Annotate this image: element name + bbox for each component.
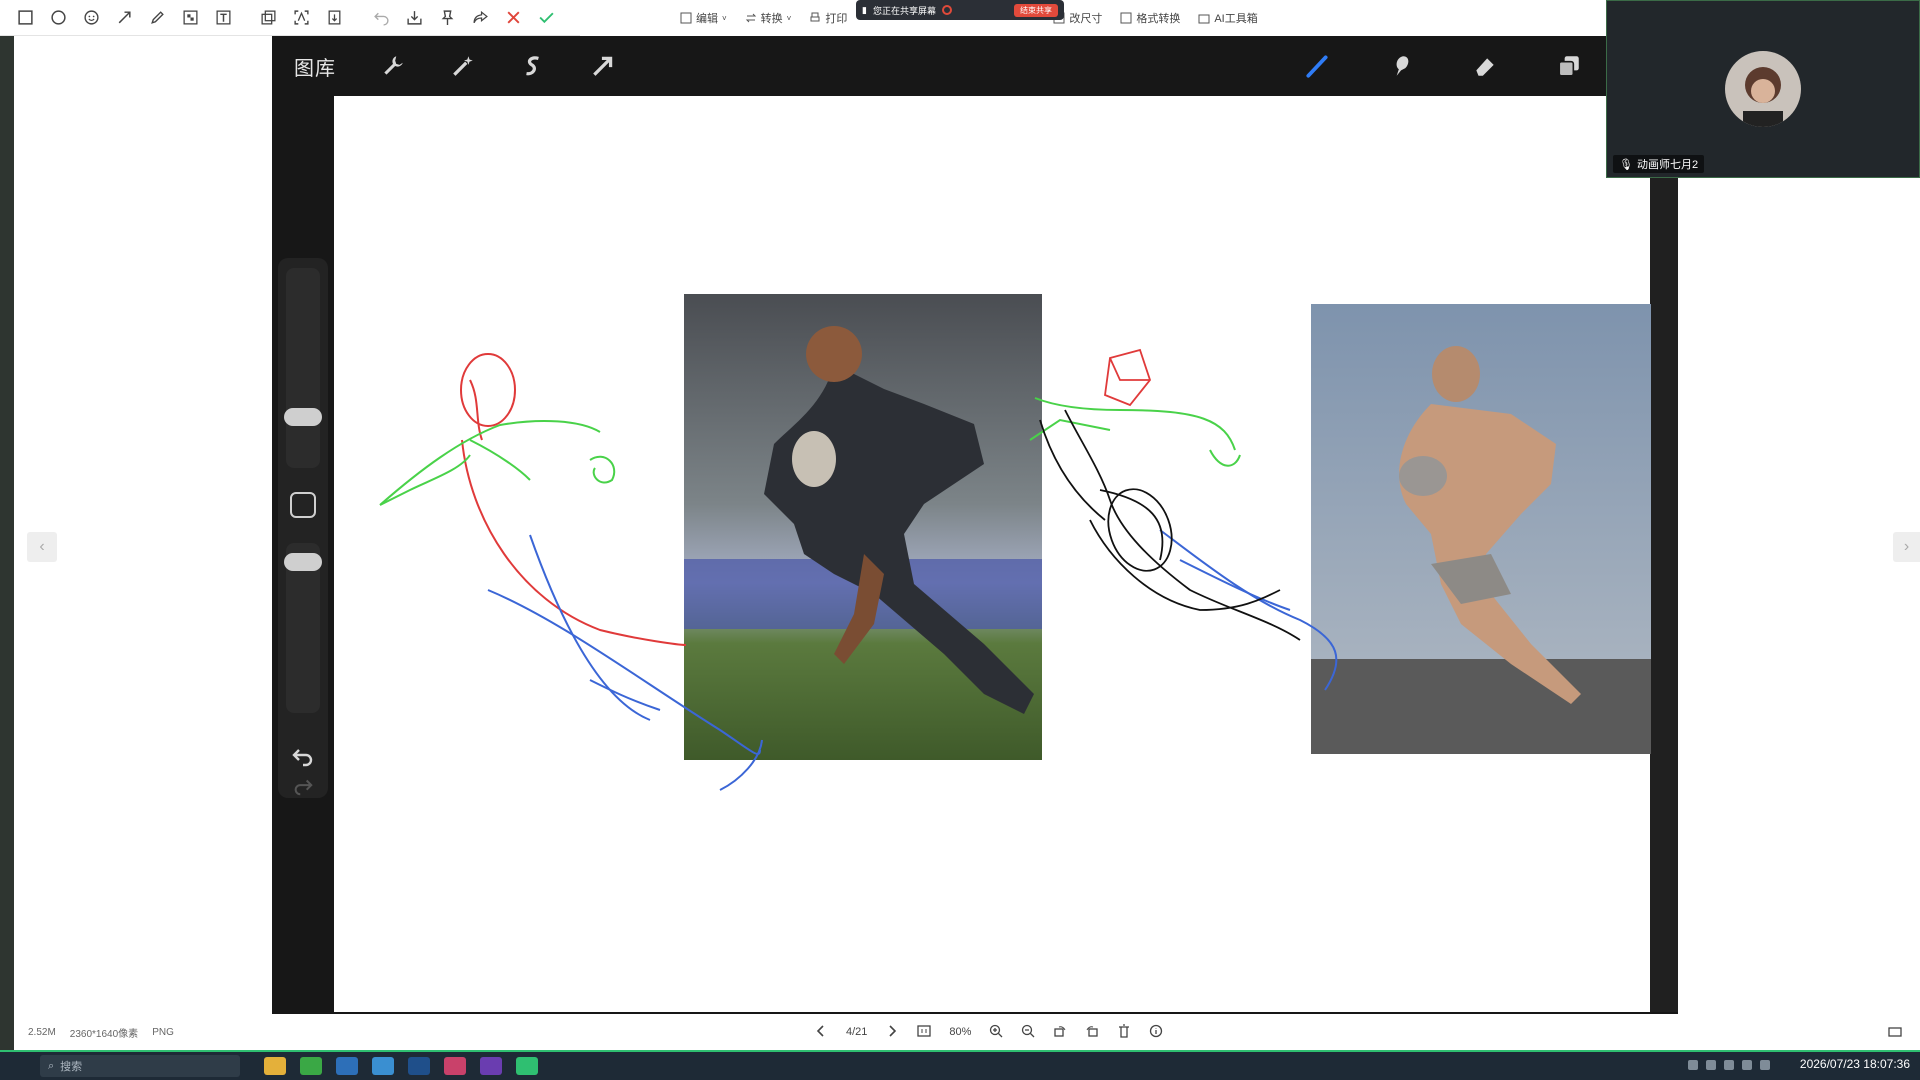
- fit-window-icon[interactable]: [917, 1024, 932, 1041]
- file-format: PNG: [152, 1026, 174, 1038]
- system-tray[interactable]: [1688, 1060, 1770, 1070]
- sketch-red-strokes: [460, 353, 687, 646]
- viewer-status-bar: 2.52M 2360*1640像素 PNG 4/21 80%: [14, 1014, 1920, 1050]
- next-page-icon[interactable]: [885, 1024, 899, 1041]
- taskbar-search[interactable]: ⌕ 搜索: [40, 1055, 240, 1077]
- taskbar-app-3[interactable]: [408, 1057, 430, 1075]
- sketch-red-head-right: [1104, 348, 1152, 407]
- taskbar-browser[interactable]: [300, 1057, 322, 1075]
- info-icon[interactable]: [1149, 1024, 1163, 1041]
- image-dimensions: 2360*1640像素: [69, 1028, 139, 1040]
- search-placeholder: 搜索: [60, 1061, 83, 1073]
- avatar: [1725, 51, 1801, 127]
- taskbar-app-6[interactable]: [516, 1057, 538, 1075]
- taskbar-app-4[interactable]: [444, 1057, 466, 1075]
- rotate-right-icon[interactable]: [1085, 1024, 1099, 1041]
- prev-page-icon[interactable]: [814, 1024, 828, 1041]
- participant-label: 🎙 动画师七月2: [1613, 155, 1705, 173]
- thumbnail-toggle-icon[interactable]: [1888, 1025, 1902, 1042]
- page-navigation: 4/21 80%: [814, 1014, 1163, 1050]
- previous-image-button[interactable]: ‹: [27, 532, 57, 562]
- next-image-button[interactable]: ›: [1893, 532, 1920, 562]
- participant-name: 动画师七月2: [1636, 159, 1699, 171]
- taskbar-file-explorer[interactable]: [264, 1057, 286, 1075]
- zoom-out-icon[interactable]: [1021, 1024, 1035, 1041]
- taskbar-app-1[interactable]: [336, 1057, 358, 1075]
- zoom-level[interactable]: 80%: [949, 1026, 971, 1038]
- microphone-icon: 🎙: [1619, 158, 1633, 171]
- zoom-in-icon[interactable]: [989, 1024, 1003, 1041]
- video-call-window[interactable]: 🎙 动画师七月2: [1606, 0, 1920, 178]
- windows-taskbar: ⌕ 搜索 2026/07/23 18:07:36: [0, 1050, 1920, 1080]
- delete-icon[interactable]: [1117, 1023, 1131, 1041]
- taskbar-clock[interactable]: 2026/07/23 18:07:36: [1800, 1057, 1910, 1071]
- sketch-blue-strokes: [487, 529, 1338, 791]
- sketch-black-strokes: [1039, 409, 1301, 641]
- search-icon: ⌕: [48, 1059, 55, 1072]
- file-size: 2.52M: [28, 1026, 56, 1038]
- page-indicator: 4/21: [846, 1026, 868, 1038]
- taskbar-app-5[interactable]: [480, 1057, 502, 1075]
- rotate-left-icon[interactable]: [1053, 1024, 1067, 1041]
- taskbar-app-2[interactable]: [372, 1057, 394, 1075]
